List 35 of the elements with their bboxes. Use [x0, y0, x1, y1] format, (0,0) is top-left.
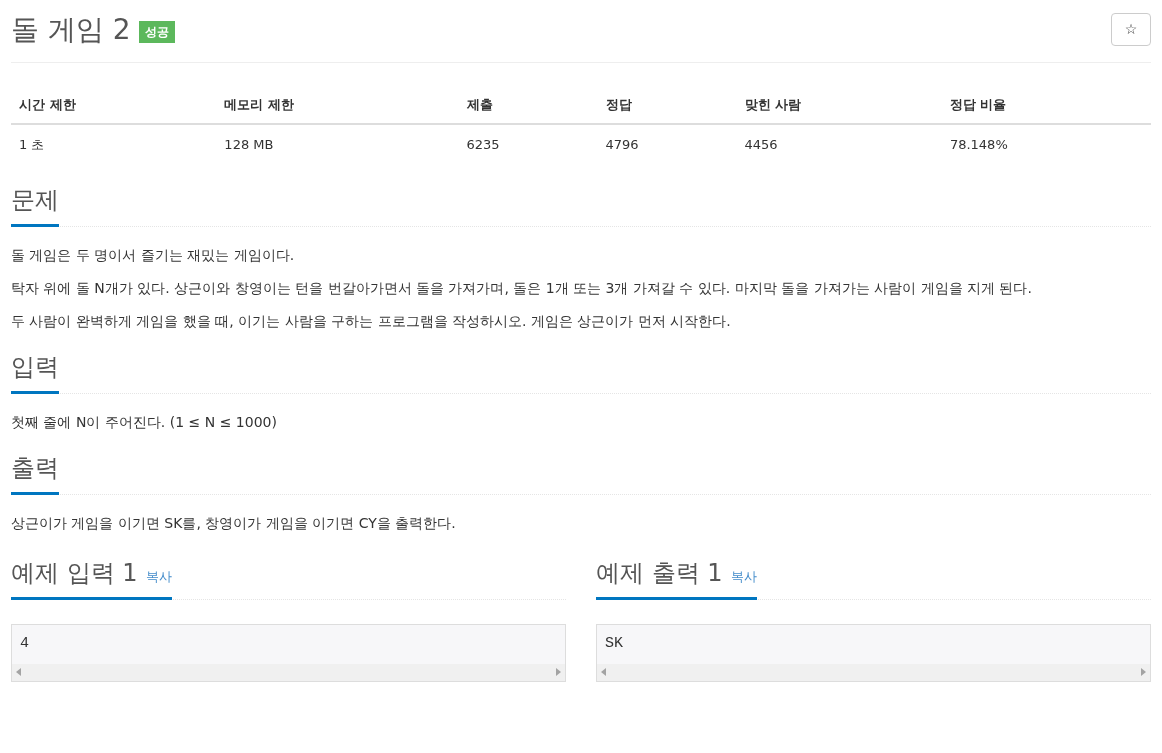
- section-heading: 입력: [11, 349, 59, 394]
- horizontal-scrollbar[interactable]: [12, 663, 565, 681]
- problem-title: 돌 게임 2: [11, 12, 131, 48]
- section-heading: 출력: [11, 450, 59, 495]
- column-header: 정답 비율: [941, 87, 1151, 124]
- status-label: 성공: [138, 21, 175, 43]
- section-heading: 예제 입력 1 복사: [11, 555, 172, 600]
- table-cell: 1 초: [11, 123, 217, 164]
- copy-link[interactable]: 복사: [730, 567, 757, 587]
- column-header: 제출: [458, 87, 598, 124]
- column-header: 메모리 제한: [216, 87, 459, 124]
- table-cell: 78.148%: [941, 123, 1151, 164]
- table-cell: 128 MB: [216, 123, 459, 164]
- table-cell: 4456: [736, 123, 942, 164]
- sample-text: SK: [604, 634, 624, 654]
- right-arrow-icon[interactable]: [1141, 668, 1146, 676]
- paragraph: 돌 게임은 두 명이서 즐기는 재밌는 게임이다.: [11, 246, 296, 265]
- paragraph: 첫째 줄에 N이 주어진다. (1 ≤ N ≤ 1000): [11, 413, 278, 432]
- column-header: 시간 제한: [11, 87, 217, 124]
- section-heading: 문제: [11, 182, 59, 227]
- star-button[interactable]: ☆: [1111, 13, 1151, 46]
- table-cell: 6235: [458, 123, 598, 164]
- paragraph: 상근이가 게임을 이기면 SK를, 창영이가 게임을 이기면 CY을 출력한다.: [11, 514, 457, 533]
- right-arrow-icon[interactable]: [556, 668, 561, 676]
- left-arrow-icon[interactable]: [16, 668, 21, 676]
- column-header: 맞힌 사람: [736, 87, 942, 124]
- left-arrow-icon[interactable]: [601, 668, 606, 676]
- copy-link[interactable]: 복사: [145, 567, 172, 587]
- sample-text: 4: [19, 634, 30, 654]
- section-heading: 예제 출력 1 복사: [596, 555, 757, 600]
- column-header: 정답: [597, 87, 737, 124]
- paragraph: 두 사람이 완벽하게 게임을 했을 때, 이기는 사람을 구하는 프로그램을 작성하시오. 게임은 상근이가 먼저 시작한다.: [11, 312, 732, 331]
- horizontal-scrollbar[interactable]: [597, 663, 1150, 681]
- paragraph: 탁자 위에 돌 N개가 있다. 상근이와 창영이는 턴을 번갈아가면서 돌을 가져가며, 돌은 1개 또는 3개 가져갈 수 있다. 마지막 돌을 가져가는 사람이 게임을 지게 된다.: [11, 279, 1033, 298]
- table-cell: 4796: [597, 123, 737, 164]
